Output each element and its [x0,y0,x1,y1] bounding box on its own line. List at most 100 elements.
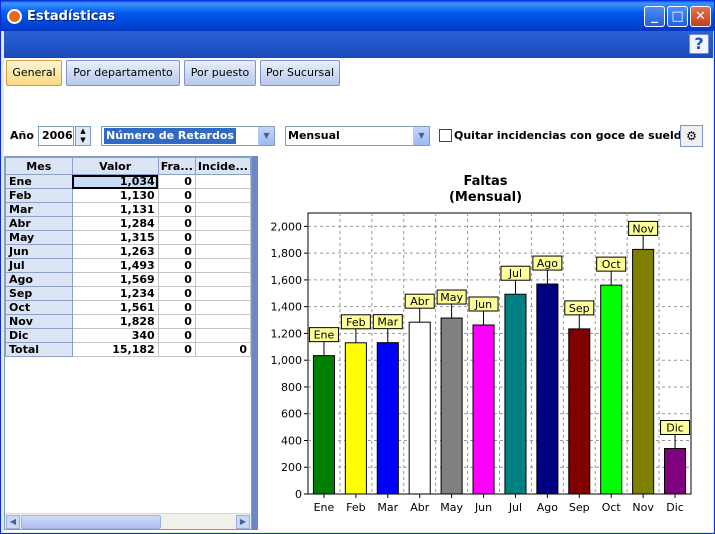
row-incidencias-cell[interactable] [194,258,252,273]
row-value-cell[interactable]: 1,130 [71,188,159,203]
data-label: Feb [346,316,365,329]
row-fra-cell[interactable]: 0 [157,272,196,287]
close-button[interactable]: ✕ [690,6,711,27]
row-value-cell[interactable]: 1,284 [71,216,159,231]
row-month-cell[interactable]: Ene [5,174,73,189]
row-value-cell[interactable]: 1,493 [71,258,159,273]
maximize-button[interactable]: □ [667,6,688,27]
table-row[interactable]: Feb 1,130 0 [5,188,252,203]
row-month-cell[interactable]: Dic [5,328,73,343]
row-incidencias-cell[interactable] [194,230,252,245]
row-incidencias-cell[interactable] [194,188,252,203]
chevron-down-icon[interactable]: ▼ [413,127,429,145]
row-month-cell[interactable]: Feb [5,188,73,203]
row-month-cell[interactable]: Ago [5,272,73,287]
x-tick-label: Feb [346,501,365,514]
row-fra-cell[interactable]: 0 [157,300,196,315]
column-header-incidencias[interactable]: Incide... [194,157,252,175]
table-row[interactable]: Jun 1,263 0 [5,244,252,259]
period-select[interactable]: Mensual ▼ [285,126,430,146]
row-month-cell[interactable]: Nov [5,314,73,329]
table-row[interactable]: Ago 1,569 0 [5,272,252,287]
row-fra-cell[interactable]: 0 [157,174,196,189]
data-label: Sep [569,302,590,315]
table-row[interactable]: May 1,315 0 [5,230,252,245]
scroll-right-icon[interactable]: ▶ [236,515,250,529]
spin-down-icon[interactable]: ▼ [76,136,90,145]
row-incidencias-cell[interactable] [194,244,252,259]
table-row[interactable]: Total 15,182 0 0 [5,342,252,357]
year-spinner[interactable]: ▲ ▼ [75,126,91,146]
row-fra-cell[interactable]: 0 [157,286,196,301]
table-row[interactable]: Ene 1,034 0 [5,174,252,189]
row-value-cell[interactable]: 1,131 [71,202,159,217]
row-month-cell[interactable]: Jun [5,244,73,259]
row-fra-cell[interactable]: 0 [157,216,196,231]
column-header-fra[interactable]: Fra... [157,157,196,175]
help-icon[interactable]: ? [689,34,709,54]
chevron-down-icon[interactable]: ▼ [258,127,274,145]
column-header-valor[interactable]: Valor [71,157,159,175]
column-header-mes[interactable]: Mes [5,157,73,175]
row-value-cell[interactable]: 1,034 [71,174,159,189]
row-month-cell[interactable]: May [5,230,73,245]
title-bar[interactable]: Estadísticas _ □ ✕ [1,1,714,31]
tab-por-puesto[interactable]: Por puesto [184,60,256,86]
row-month-cell[interactable]: Total [5,342,73,357]
horizontal-scrollbar[interactable]: ◀ ▶ [5,513,251,529]
row-value-cell[interactable]: 1,263 [71,244,159,259]
table-row[interactable]: Abr 1,284 0 [5,216,252,231]
scroll-left-icon[interactable]: ◀ [6,515,20,529]
row-fra-cell[interactable]: 0 [157,328,196,343]
row-incidencias-cell[interactable] [194,216,252,231]
chart-panel: Faltas (Mensual) 0 200 400 600 800 1,000 1,200… [258,156,713,530]
table-row[interactable]: Jul 1,493 0 [5,258,252,273]
row-incidencias-cell[interactable] [194,286,252,301]
row-fra-cell[interactable]: 0 [157,342,196,357]
row-value-cell[interactable]: 15,182 [71,342,159,357]
row-month-cell[interactable]: Jul [5,258,73,273]
minimize-button[interactable]: _ [644,6,665,27]
metric-select[interactable]: Número de Retardos ▼ [101,126,275,146]
exclude-paid-checkbox[interactable] [439,129,452,142]
row-incidencias-cell[interactable] [194,300,252,315]
row-incidencias-cell[interactable] [194,202,252,217]
row-fra-cell[interactable]: 0 [157,202,196,217]
table-row[interactable]: Nov 1,828 0 [5,314,252,329]
row-month-cell[interactable]: Oct [5,300,73,315]
row-month-cell[interactable]: Sep [5,286,73,301]
scroll-thumb[interactable] [21,515,161,529]
row-fra-cell[interactable]: 0 [157,314,196,329]
tab-general[interactable]: General [6,60,62,86]
row-fra-cell[interactable]: 0 [157,244,196,259]
table-row[interactable]: Sep 1,234 0 [5,286,252,301]
row-fra-cell[interactable]: 0 [157,188,196,203]
table-row[interactable]: Oct 1,561 0 [5,300,252,315]
spin-up-icon[interactable]: ▲ [76,127,90,136]
grid-options-button[interactable]: ⚙ [680,125,703,147]
tab-por-sucursal[interactable]: Por Sucursal [260,60,340,86]
row-incidencias-cell[interactable] [194,328,252,343]
row-fra-cell[interactable]: 0 [157,230,196,245]
year-input[interactable]: 2006 [38,126,74,146]
row-value-cell[interactable]: 1,315 [71,230,159,245]
row-month-cell[interactable]: Mar [5,202,73,217]
x-tick-label: Oct [602,501,622,514]
row-fra-cell[interactable]: 0 [157,258,196,273]
row-value-cell[interactable]: 340 [71,328,159,343]
row-value-cell[interactable]: 1,561 [71,300,159,315]
data-table-panel: Mes Valor Fra... Incide... Ene 1,034 0 Feb 1… [4,156,252,530]
y-tick-label: 600 [281,408,302,421]
table-row[interactable]: Dic 340 0 [5,328,252,343]
row-incidencias-cell[interactable] [194,174,252,189]
row-incidencias-cell[interactable]: 0 [194,342,252,357]
row-value-cell[interactable]: 1,828 [71,314,159,329]
table-row[interactable]: Mar 1,131 0 [5,202,252,217]
row-incidencias-cell[interactable] [194,272,252,287]
row-month-cell[interactable]: Abr [5,216,73,231]
row-incidencias-cell[interactable] [194,314,252,329]
data-label: Oct [602,258,622,271]
row-value-cell[interactable]: 1,234 [71,286,159,301]
tab-por-departamento[interactable]: Por departamento [66,60,180,86]
row-value-cell[interactable]: 1,569 [71,272,159,287]
